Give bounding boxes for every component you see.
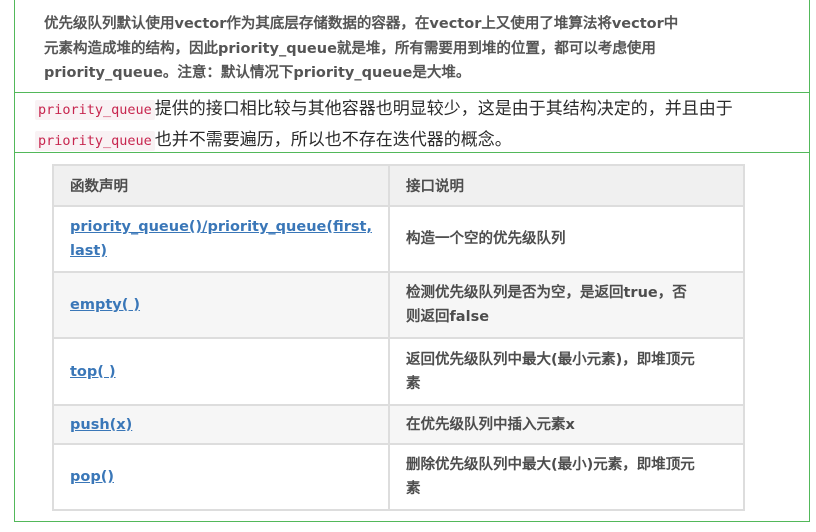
paragraph-text: 提供的接口相比较与其他容器也明显较少，这是由于其结构决定的，并且由于 bbox=[154, 99, 733, 119]
header-function: 函数声明 bbox=[52, 164, 390, 207]
table-row: top( ) 返回优先级队列中最大(最小元素)，即堆顶元素 bbox=[52, 337, 745, 406]
function-link-push[interactable]: push(x) bbox=[70, 417, 132, 433]
function-cell: top( ) bbox=[52, 337, 390, 406]
description-cell: 在优先级队列中插入元素x bbox=[388, 404, 745, 445]
inline-code: priority_queue bbox=[35, 131, 155, 151]
function-link-constructor[interactable]: priority_queue()/priority_queue(first, la… bbox=[70, 219, 372, 259]
api-table: 函数声明 接口说明 priority_queue()/priority_queu… bbox=[52, 164, 745, 511]
intro-line-2: 元素构造成堆的结构，因此priority_queue就是堆，所有需要用到堆的位置… bbox=[44, 40, 656, 57]
function-link-top[interactable]: top( ) bbox=[70, 364, 116, 380]
table-row: push(x) 在优先级队列中插入元素x bbox=[52, 404, 745, 445]
header-description: 接口说明 bbox=[388, 164, 745, 207]
function-cell: push(x) bbox=[52, 404, 390, 445]
paragraph-text: 也并不需要遍历，所以也不存在迭代器的概念。 bbox=[154, 130, 512, 150]
intro-text: 优先级队列默认使用vector作为其底层存储数据的容器，在vector上又使用了… bbox=[44, 12, 764, 86]
table-row: priority_queue()/priority_queue(first, la… bbox=[52, 205, 745, 273]
intro-line-1: 优先级队列默认使用vector作为其底层存储数据的容器，在vector上又使用了… bbox=[44, 16, 679, 32]
paragraph-line-1: priority_queue 提供的接口相比较与其他容器也明显较少，这是由于其结构… bbox=[35, 98, 733, 121]
function-link-pop[interactable]: pop() bbox=[70, 469, 114, 485]
function-cell: pop() bbox=[52, 443, 390, 511]
table-header-row: 函数声明 接口说明 bbox=[52, 164, 745, 207]
function-cell: priority_queue()/priority_queue(first, la… bbox=[52, 205, 390, 273]
intro-line-3: priority_queue。注意：默认情况下priority_queue是大堆… bbox=[44, 65, 471, 81]
table-row: empty( ) 检测优先级队列是否为空，是返回true，否 则返回false bbox=[52, 271, 745, 339]
function-link-empty[interactable]: empty( ) bbox=[70, 297, 140, 313]
description-cell: 返回优先级队列中最大(最小元素)，即堆顶元素 bbox=[388, 337, 745, 406]
paragraph-line-2: priority_queue 也并不需要遍历，所以也不存在迭代器的概念。 bbox=[35, 129, 512, 152]
table-row: pop() 删除优先级队列中最大(最小)元素，即堆顶元素 bbox=[52, 443, 745, 511]
paragraph-box: priority_queue 提供的接口相比较与其他容器也明显较少，这是由于其结构… bbox=[14, 92, 810, 153]
description-cell: 删除优先级队列中最大(最小)元素，即堆顶元素 bbox=[388, 443, 745, 511]
description-cell: 构造一个空的优先级队列 bbox=[388, 205, 745, 273]
description-cell: 检测优先级队列是否为空，是返回true，否 则返回false bbox=[388, 271, 745, 339]
function-cell: empty( ) bbox=[52, 271, 390, 339]
inline-code: priority_queue bbox=[35, 100, 155, 120]
